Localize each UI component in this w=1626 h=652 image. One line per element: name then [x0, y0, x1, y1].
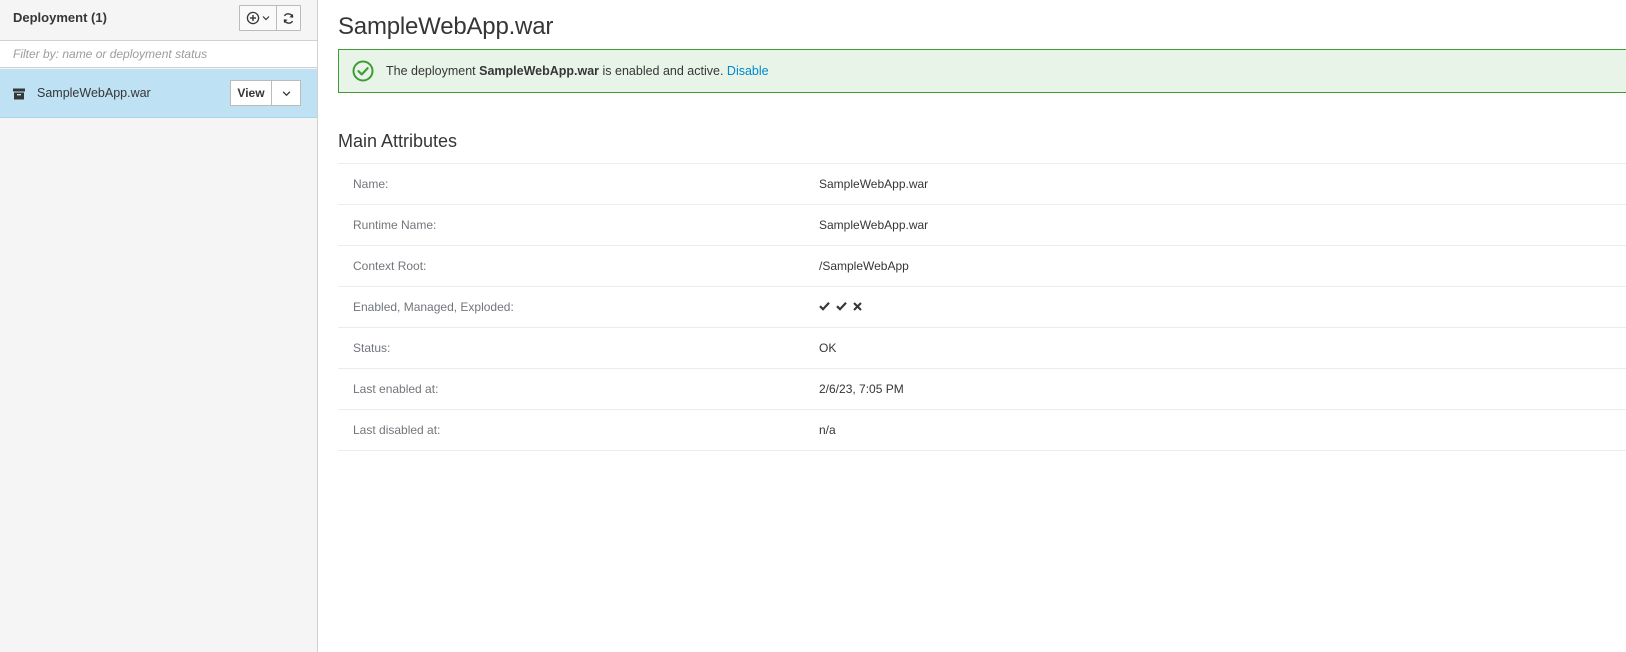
refresh-button[interactable]: [276, 5, 301, 31]
attr-row-runtime-name: Runtime Name: SampleWebApp.war: [338, 205, 1626, 246]
attr-label: Status:: [353, 341, 391, 355]
alert-deployment-name: SampleWebApp.war: [479, 64, 600, 78]
sidebar-toolbar: [239, 5, 301, 31]
alert-message: The deployment SampleWebApp.war is enabl…: [386, 64, 769, 78]
sidebar-header: Deployment (1): [0, 0, 317, 41]
filter-input[interactable]: [0, 41, 317, 67]
sidebar-title: Deployment (1): [13, 10, 107, 25]
deployment-list-item[interactable]: SampleWebApp.war View: [0, 69, 317, 118]
section-title: Main Attributes: [338, 131, 458, 151]
page-title: SampleWebApp.war: [338, 13, 554, 40]
chevron-down-icon: [262, 16, 270, 21]
attr-row-context-root: Context Root: /SampleWebApp: [338, 246, 1626, 287]
context-root-link[interactable]: /SampleWebApp: [819, 259, 909, 273]
attr-row-last-enabled: Last enabled at: 2/6/23, 7:05 PM: [338, 369, 1626, 410]
attr-row-name: Name: SampleWebApp.war: [338, 164, 1626, 205]
attr-label: Enabled, Managed, Exploded:: [353, 300, 514, 314]
attr-value: SampleWebApp.war: [819, 218, 929, 232]
flags-value: [819, 301, 862, 311]
filter-row: [0, 41, 317, 68]
main-content: SampleWebApp.war The deployment SampleWe…: [338, 0, 1626, 652]
archive-icon: [13, 88, 25, 100]
check-icon: [836, 302, 847, 311]
chevron-down-icon: [282, 90, 290, 96]
attr-row-last-disabled: Last disabled at: n/a: [338, 410, 1626, 451]
alert-suffix: is enabled and active.: [599, 64, 727, 78]
check-icon: [819, 302, 830, 311]
attr-label: Name:: [353, 177, 389, 191]
attr-row-status: Status: OK: [338, 328, 1626, 369]
success-alert: The deployment SampleWebApp.war is enabl…: [338, 49, 1626, 93]
refresh-icon: [283, 12, 294, 24]
attr-value: OK: [819, 341, 837, 355]
attr-value: SampleWebApp.war: [819, 177, 929, 191]
attr-row-flags: Enabled, Managed, Exploded:: [338, 287, 1626, 328]
attr-label: Last disabled at:: [353, 423, 441, 437]
view-dropdown-toggle[interactable]: [272, 80, 301, 106]
add-deployment-button[interactable]: [239, 5, 276, 31]
check-circle-icon: [352, 60, 374, 82]
attr-value: n/a: [819, 423, 836, 437]
attr-label: Last enabled at:: [353, 382, 439, 396]
disable-link[interactable]: Disable: [727, 64, 769, 78]
view-button[interactable]: View: [230, 80, 272, 106]
plus-circle-icon: [246, 11, 260, 25]
x-icon: [853, 301, 862, 311]
view-split-button: View: [230, 80, 301, 106]
attributes-table: Name: SampleWebApp.war Runtime Name: Sam…: [338, 163, 1626, 451]
attr-label: Context Root:: [353, 259, 427, 273]
attr-value: 2/6/23, 7:05 PM: [819, 382, 904, 396]
deployment-item-label: SampleWebApp.war: [37, 86, 151, 100]
deployment-sidebar: Deployment (1) Filter by: name or deploy…: [0, 0, 318, 652]
alert-prefix: The deployment: [386, 64, 480, 78]
attr-label: Runtime Name:: [353, 218, 437, 232]
